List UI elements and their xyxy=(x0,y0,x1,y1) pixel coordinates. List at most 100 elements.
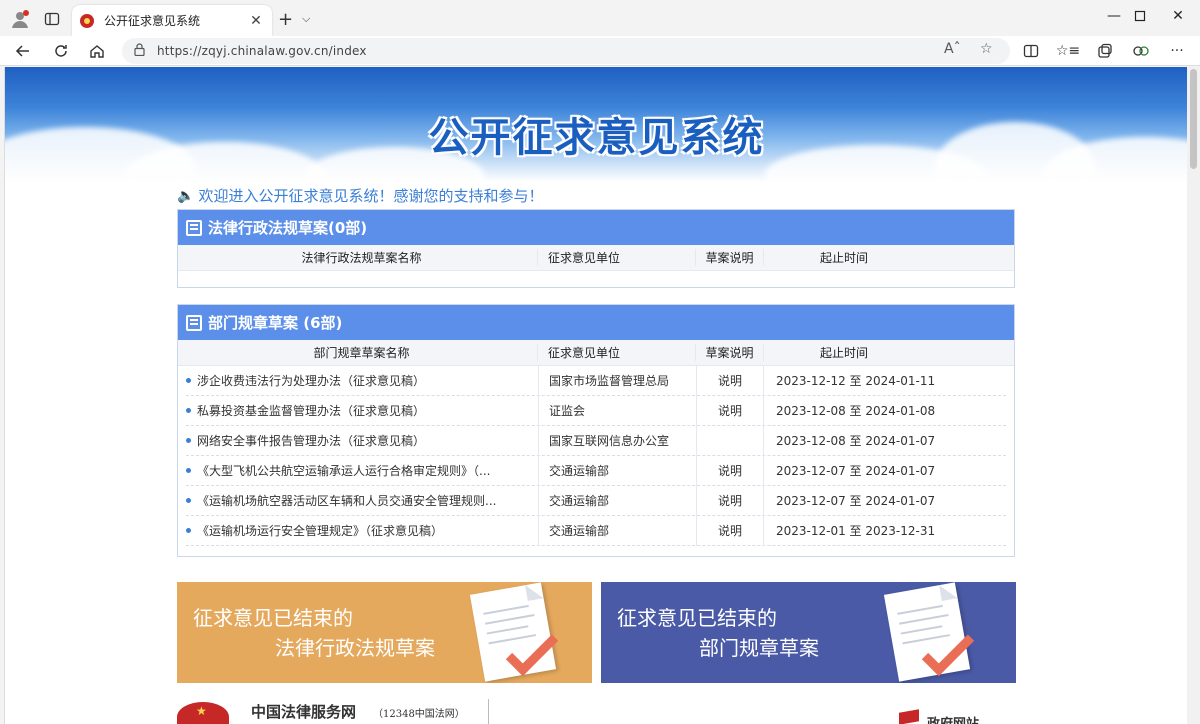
table-row: 《运输机场运行安全管理规定》（征求意见稿） 交通运输部 说明 2023-12-0… xyxy=(186,515,1006,546)
column-header-period: 起止时间 xyxy=(820,346,869,360)
column-header-unit: 征求意见单位 xyxy=(538,344,696,361)
tab-menu-icon[interactable]: ⌵ xyxy=(302,12,310,26)
lock-icon[interactable] xyxy=(134,43,145,59)
table-row: 私募投资基金监督管理办法（征求意见稿） 证监会 说明 2023-12-08 至 … xyxy=(186,395,1006,426)
bullet-icon xyxy=(186,528,191,533)
table-row: 《运输机场航空器活动区车辆和人员交通安全管理规则... 交通运输部 说明 202… xyxy=(186,485,1006,516)
draft-note-link[interactable]: 说明 xyxy=(696,485,764,516)
footer-site-subtitle: （12348中国法网） xyxy=(373,709,465,720)
footer-divider xyxy=(488,699,489,724)
column-header-period: 起止时间 xyxy=(820,251,869,265)
draft-note-link[interactable]: 说明 xyxy=(696,455,764,486)
document-icon xyxy=(186,219,202,236)
table-row: 网络安全事件报告管理办法（征求意见稿） 国家互联网信息办公室 2023-12-0… xyxy=(186,425,1006,456)
new-tab-icon[interactable]: + xyxy=(278,9,293,30)
close-icon[interactable]: ✕ xyxy=(248,13,264,29)
bullet-icon xyxy=(186,378,191,383)
draft-unit: 证监会 xyxy=(538,395,696,426)
bullet-icon xyxy=(186,468,191,473)
page-title: 公开征求意见系统 xyxy=(428,115,765,161)
table-row: 《大型飞机公共航空运输承运人运行合格审定规则》（... 交通运输部 说明 202… xyxy=(186,455,1006,486)
column-header-name: 部门规章草案名称 xyxy=(178,344,538,361)
laws-section: 法律行政法规草案(0部) 法律行政法规草案名称 征求意见单位 草案说明 起止时间 xyxy=(177,209,1015,288)
rules-section: 部门规章草案 (6部) 部门规章草案名称 征求意见单位 草案说明 起止时间 涉企… xyxy=(177,304,1015,557)
gov-website-link[interactable]: 政府网站 xyxy=(899,709,1019,724)
rules-section-header: 部门规章草案 (6部) xyxy=(178,305,1014,340)
favicon xyxy=(80,13,94,28)
draft-name-link[interactable]: 私募投资基金监督管理办法（征求意见稿） xyxy=(197,402,425,419)
flag-icon xyxy=(899,709,919,724)
collections-icon[interactable] xyxy=(1092,40,1118,62)
table-row: 涉企收费违法行为处理办法（征求意见稿） 国家市场监督管理总局 说明 2023-1… xyxy=(186,365,1006,396)
tab-bar: 公开征求意见系统 ✕ + ⌵ — ✕ xyxy=(0,0,1200,36)
home-icon[interactable] xyxy=(84,39,110,63)
bullet-icon xyxy=(186,498,191,503)
welcome-message: 🔈 欢迎进入公开征求意见系统！感谢您的支持和参与！ xyxy=(177,185,543,206)
draft-period: 2023-12-08 至 2024-01-07 xyxy=(776,434,936,448)
column-header-name: 法律行政法规草案名称 xyxy=(178,249,538,266)
profile-icon[interactable] xyxy=(6,6,34,32)
draft-period: 2023-12-07 至 2024-01-07 xyxy=(776,494,936,508)
bullet-icon xyxy=(186,408,191,413)
split-screen-icon[interactable] xyxy=(1018,40,1044,62)
tab-title: 公开征求意见系统 xyxy=(104,14,201,28)
column-header-note: 草案说明 xyxy=(696,249,764,266)
back-icon[interactable] xyxy=(10,39,36,63)
laws-table-header: 法律行政法规草案名称 征求意见单位 草案说明 起止时间 xyxy=(178,245,1014,271)
draft-period: 2023-12-01 至 2023-12-31 xyxy=(776,524,936,538)
read-aloud-icon[interactable]: Aˆ xyxy=(944,41,961,57)
promo-line2: 部门规章草案 xyxy=(699,636,819,660)
draft-period: 2023-12-08 至 2024-01-08 xyxy=(776,404,936,418)
draft-name-link[interactable]: 网络安全事件报告管理办法（征求意见稿） xyxy=(197,432,425,449)
extensions-icon[interactable] xyxy=(1128,40,1154,62)
promo-line2: 法律行政法规草案 xyxy=(275,636,435,660)
column-header-note: 草案说明 xyxy=(696,344,764,361)
footer: 中国法律服务网 （12348中国法网） 政府网站 xyxy=(177,697,1015,724)
rules-section-title: 部门规章草案 (6部) xyxy=(208,314,343,332)
speaker-icon: 🔈 xyxy=(177,187,195,204)
draft-name-link[interactable]: 《运输机场航空器活动区车辆和人员交通安全管理规则... xyxy=(197,492,496,509)
browser-tab[interactable]: 公开征求意见系统 ✕ xyxy=(72,5,272,36)
scrollbar-thumb[interactable] xyxy=(1190,69,1197,169)
welcome-text: 欢迎进入公开征求意见系统！感谢您的支持和参与！ xyxy=(198,187,544,205)
laws-section-header: 法律行政法规草案(0部) xyxy=(178,210,1014,245)
draft-unit: 交通运输部 xyxy=(538,455,696,486)
tab-actions-icon[interactable] xyxy=(38,6,66,32)
draft-note-link[interactable]: 说明 xyxy=(696,365,764,396)
favorites-icon[interactable]: ☆≡ xyxy=(1055,40,1081,62)
laws-table-body xyxy=(178,271,1014,287)
column-header-unit: 征求意见单位 xyxy=(538,249,696,266)
laws-section-title: 法律行政法规草案(0部) xyxy=(208,219,368,237)
rules-table-header: 部门规章草案名称 征求意见单位 草案说明 起止时间 xyxy=(178,340,1014,366)
favorite-icon[interactable]: ☆ xyxy=(980,41,993,57)
window-close-icon[interactable]: ✕ xyxy=(1156,4,1200,28)
national-emblem-icon xyxy=(177,702,229,724)
draft-unit: 国家市场监督管理总局 xyxy=(538,365,696,396)
page-scrollbar[interactable] xyxy=(1187,67,1200,724)
draft-note-link[interactable]: 说明 xyxy=(696,395,764,426)
draft-unit: 国家互联网信息办公室 xyxy=(538,425,696,456)
document-icon xyxy=(186,314,202,331)
promo-line1: 征求意见已结束的 xyxy=(617,606,777,630)
rules-table-body: 涉企收费违法行为处理办法（征求意见稿） 国家市场监督管理总局 说明 2023-1… xyxy=(178,365,1014,546)
page-viewport: 公开征求意见系统 🔈 欢迎进入公开征求意见系统！感谢您的支持和参与！ 法律行政法… xyxy=(4,67,1187,724)
refresh-icon[interactable] xyxy=(48,39,74,63)
url-field[interactable]: https://zqyj.chinalaw.gov.cn/index Aˆ ☆ xyxy=(122,38,1010,64)
banner: 公开征求意见系统 xyxy=(5,67,1187,182)
promo-line1: 征求意见已结束的 xyxy=(193,606,353,630)
draft-name-link[interactable]: 《大型飞机公共航空运输承运人运行合格审定规则》（... xyxy=(197,462,490,479)
gov-website-text: 政府网站 xyxy=(927,713,979,724)
ended-laws-link[interactable]: 征求意见已结束的 法律行政法规草案 xyxy=(177,582,592,683)
draft-unit: 交通运输部 xyxy=(538,485,696,516)
footer-site-title[interactable]: 中国法律服务网 xyxy=(251,701,356,722)
draft-unit: 交通运输部 xyxy=(538,515,696,546)
draft-note-link[interactable]: 说明 xyxy=(696,515,764,546)
draft-name-link[interactable]: 涉企收费违法行为处理办法（征求意见稿） xyxy=(197,372,425,389)
draft-name-link[interactable]: 《运输机场运行安全管理规定》（征求意见稿） xyxy=(197,522,443,539)
url-text: https://zqyj.chinalaw.gov.cn/index xyxy=(157,44,367,58)
more-icon[interactable]: ··· xyxy=(1164,40,1190,62)
draft-period: 2023-12-12 至 2024-01-11 xyxy=(776,374,936,388)
ended-rules-link[interactable]: 征求意见已结束的 部门规章草案 xyxy=(601,582,1016,683)
draft-note-link[interactable] xyxy=(696,425,764,456)
draft-period: 2023-12-07 至 2024-01-07 xyxy=(776,464,936,478)
